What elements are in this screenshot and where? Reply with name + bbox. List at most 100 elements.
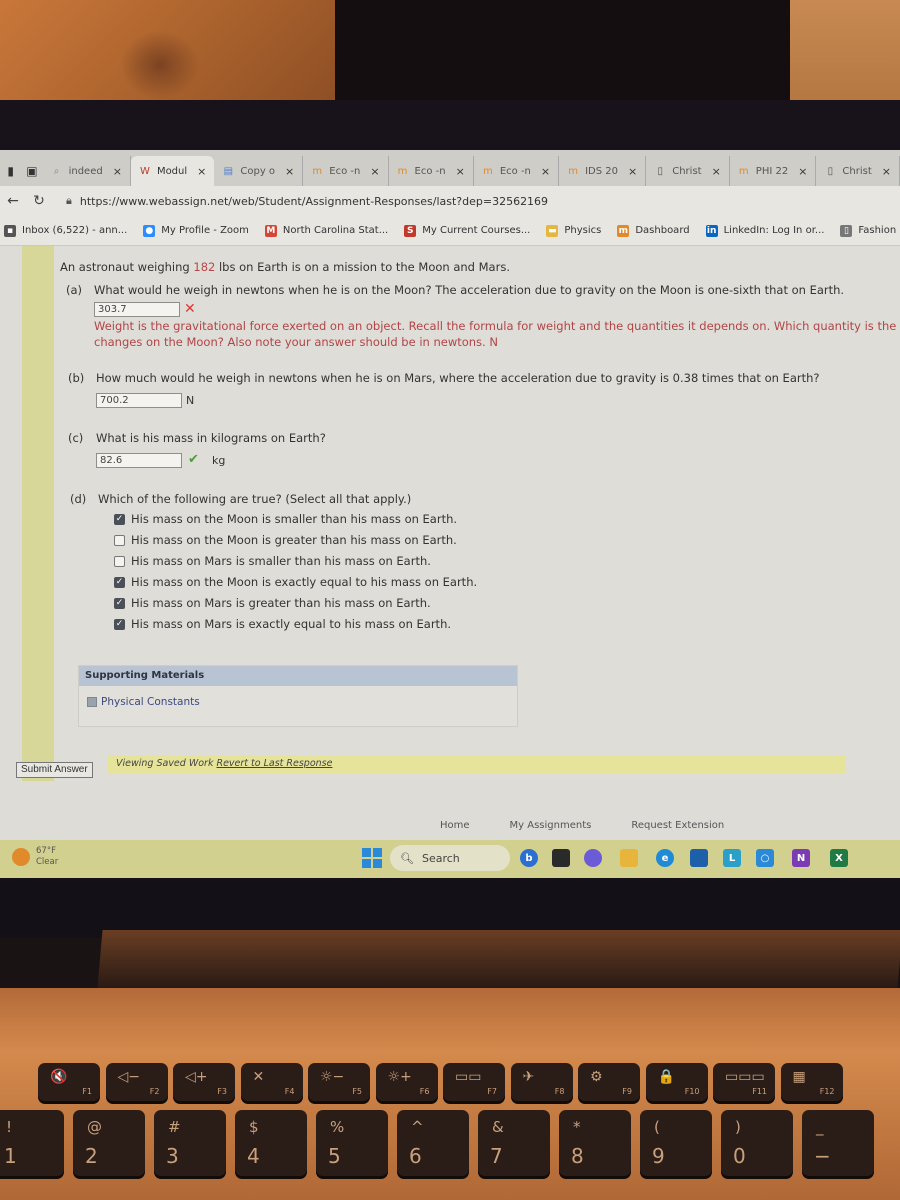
teams-chat-icon[interactable]: [584, 849, 602, 867]
file-explorer-icon[interactable]: [620, 849, 638, 867]
browser-tab[interactable]: m PHI 22 ×: [730, 156, 817, 186]
checkbox[interactable]: [114, 534, 125, 546]
part-b-question: How much would he weigh in newtons when …: [96, 371, 820, 385]
request-extension-link[interactable]: Request Extension: [631, 820, 724, 831]
key-icon: 🔒: [657, 1069, 675, 1085]
browser-tab[interactable]: ⌕ indeed ×: [43, 156, 131, 186]
task-view-icon[interactable]: [552, 849, 570, 867]
number-key: & 7: [478, 1110, 550, 1176]
close-tab-icon[interactable]: ×: [628, 165, 637, 178]
browser-tab[interactable]: m IDS 20 ×: [559, 156, 647, 186]
reload-icon[interactable]: ↻: [26, 193, 52, 209]
bookmark-item[interactable]: M North Carolina Stat...: [264, 224, 388, 237]
lock-icon[interactable]: 🔒︎: [66, 194, 72, 208]
function-key: ☼+ F6: [375, 1063, 438, 1101]
number-key: @2: [73, 1110, 145, 1176]
document-icon: [87, 697, 97, 707]
tab-actions-icon[interactable]: ▣: [21, 156, 42, 186]
part-d-question: Which of the following are true? (Select…: [98, 492, 412, 506]
weather-widget[interactable]: 67°F Clear: [12, 846, 58, 868]
home-link[interactable]: Home: [440, 820, 470, 831]
supporting-materials-heading: Supporting Materials: [79, 666, 517, 686]
close-tab-icon[interactable]: ×: [197, 165, 206, 178]
tab-label: PHI 22: [755, 165, 789, 177]
key-icon: ☼+: [387, 1069, 412, 1085]
browser-tab[interactable]: ▤ Copy o ×: [214, 156, 304, 186]
close-tab-icon[interactable]: ×: [113, 165, 122, 178]
windows-start-icon[interactable]: [362, 848, 382, 868]
checkbox[interactable]: ✓: [114, 597, 125, 609]
correct-check-icon: ✔: [188, 452, 199, 467]
close-tab-icon[interactable]: ×: [541, 165, 550, 178]
checkbox[interactable]: ✓: [114, 513, 125, 525]
tab-label: Eco -n: [329, 165, 361, 177]
cortana-icon[interactable]: ○: [756, 849, 774, 867]
answer-option[interactable]: ✓ His mass on Mars is exactly equal to hi…: [114, 617, 451, 631]
checkbox[interactable]: ✓: [114, 618, 125, 630]
bookmark-item[interactable]: ▪ Inbox (6,522) - ann...: [4, 224, 128, 237]
answer-option[interactable]: His mass on the Moon is greater than his…: [114, 533, 457, 547]
key-label: F5: [352, 1087, 362, 1096]
excel-icon[interactable]: X: [830, 849, 848, 867]
answer-option[interactable]: ✓ His mass on the Moon is smaller than hi…: [114, 512, 457, 526]
browser-tab[interactable]: m Eco -n ×: [389, 156, 474, 186]
bing-icon[interactable]: b: [520, 849, 538, 867]
answer-option[interactable]: ✓ His mass on the Moon is exactly equal t…: [114, 575, 477, 589]
back-icon[interactable]: ←: [0, 193, 26, 209]
option-label: His mass on Mars is exactly equal to his…: [131, 617, 452, 631]
answer-option[interactable]: ✓ His mass on Mars is greater than his ma…: [114, 596, 431, 610]
close-tab-icon[interactable]: ×: [712, 165, 721, 178]
part-c-answer-input[interactable]: 82.6: [96, 453, 182, 468]
number-key: ^ 6: [397, 1110, 469, 1176]
profile-icon[interactable]: ▮: [0, 156, 21, 186]
part-a-question: What would he weigh in newtons when he i…: [94, 283, 845, 297]
question-intro: An astronaut weighing 182 lbs on Earth i…: [60, 260, 510, 274]
onenote-icon[interactable]: N: [792, 849, 810, 867]
l-app-icon[interactable]: L: [723, 849, 741, 867]
gmail-icon: M: [264, 224, 277, 237]
key-icon: ◁−: [117, 1069, 141, 1085]
answer-option[interactable]: His mass on Mars is smaller than his mas…: [114, 554, 431, 568]
laptop-bezel-bottom: [0, 878, 900, 938]
laptop-hinge: [97, 930, 900, 988]
close-tab-icon[interactable]: ×: [370, 165, 379, 178]
browser-tab[interactable]: m Eco -n ×: [303, 156, 389, 186]
my-assignments-link[interactable]: My Assignments: [510, 820, 592, 831]
store-icon[interactable]: [690, 849, 708, 867]
key-icon: ⚙: [590, 1069, 603, 1085]
revert-link[interactable]: Revert to Last Response: [216, 758, 332, 769]
browser-tab[interactable]: ▯ Christ ×: [816, 156, 900, 186]
part-a-feedback: Weight is the gravitational force exerte…: [94, 319, 900, 333]
key-icon: ◁+: [185, 1069, 208, 1085]
url-field[interactable]: https://www.webassign.net/web/Student/As…: [80, 195, 548, 208]
key-symbol: $: [249, 1118, 259, 1136]
close-tab-icon[interactable]: ×: [882, 165, 891, 178]
bookmark-label: Inbox (6,522) - ann...: [22, 225, 128, 236]
part-b-answer-input[interactable]: 700.2: [96, 393, 182, 408]
browser-tab[interactable]: m Eco -n ×: [474, 156, 560, 186]
laptop-screen: ▮ ▣ ⌕ indeed × W Modul × ▤ Copy o × m Eco -n × m Eco …: [0, 150, 900, 878]
bookmark-item[interactable]: S My Current Courses...: [404, 224, 530, 237]
bookmark-item[interactable]: ▬ Physics: [546, 224, 601, 237]
checkbox[interactable]: [114, 555, 125, 567]
submit-answer-button[interactable]: Submit Answer: [16, 762, 93, 778]
close-tab-icon[interactable]: ×: [798, 165, 807, 178]
close-tab-icon[interactable]: ×: [456, 165, 465, 178]
checkbox[interactable]: ✓: [114, 576, 125, 588]
key-number: 2: [85, 1144, 98, 1168]
close-tab-icon[interactable]: ×: [285, 165, 294, 178]
browser-tab[interactable]: ▯ Christ ×: [646, 156, 730, 186]
part-b-unit: N: [186, 394, 195, 407]
key-icon: ✈: [522, 1069, 535, 1085]
weather-icon: [12, 848, 30, 866]
question-side-strip: [22, 246, 54, 781]
taskbar-search[interactable]: 🔍︎ Search: [390, 845, 510, 871]
browser-tab[interactable]: W Modul ×: [130, 156, 215, 186]
edge-icon[interactable]: e: [656, 849, 674, 867]
bookmark-item[interactable]: ▯ Fashion History: [840, 224, 900, 237]
bookmark-item[interactable]: m Dashboard: [617, 224, 690, 237]
part-a-answer-input[interactable]: 303.7: [94, 302, 180, 317]
physical-constants-link[interactable]: Physical Constants: [87, 696, 200, 708]
bookmark-item[interactable]: ● My Profile - Zoom: [143, 224, 249, 237]
bookmark-item[interactable]: in LinkedIn: Log In or...: [705, 224, 824, 237]
